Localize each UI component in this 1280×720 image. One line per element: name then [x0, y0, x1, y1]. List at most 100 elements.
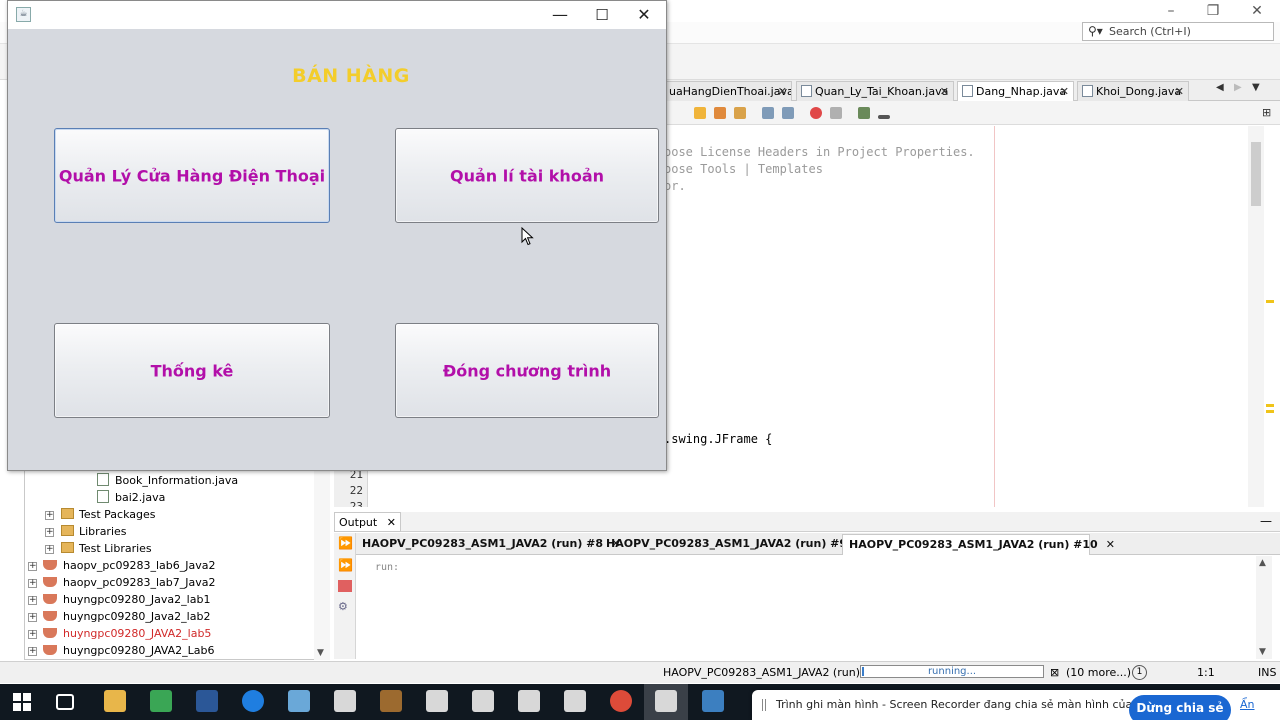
tree-item[interactable]: huyngpc09280_Java2_lab1 [43, 591, 210, 608]
tree-item[interactable]: huyngpc09280_JAVA2_Lab6 [43, 642, 215, 659]
stop-sharing-button[interactable]: Dừng chia sẻ [1129, 695, 1231, 720]
tree-scrollbar[interactable]: ▼ [314, 470, 330, 660]
chrome-icon[interactable] [610, 690, 632, 712]
output-tab-label: HAOPV_PC09283_ASM1_JAVA2 (run) #9 [606, 537, 848, 550]
expand-icon[interactable]: + [28, 630, 37, 639]
tree-item[interactable]: Test Packages [61, 506, 155, 523]
close-program-button[interactable]: Đóng chương trình [395, 323, 659, 418]
output-scrollbar[interactable]: ▲ ▼ [1256, 556, 1272, 659]
status-more-link[interactable]: (10 more...) [1066, 662, 1131, 683]
stop-macro-icon[interactable] [830, 107, 842, 119]
app-box-icon[interactable] [288, 690, 310, 712]
editor-tab[interactable]: Quan_Ly_Tai_Khoan.java ✕ [796, 81, 954, 101]
app-titlebar[interactable]: ☕ — ☐ ✕ [8, 1, 666, 29]
ide-minimize-button[interactable]: – [1156, 2, 1186, 20]
expand-icon[interactable]: + [28, 562, 37, 571]
app-h-icon[interactable] [150, 690, 172, 712]
warning-marker[interactable] [1266, 300, 1274, 303]
output-console[interactable] [357, 556, 1255, 659]
warning-marker[interactable] [1266, 404, 1274, 407]
vpn-icon[interactable] [702, 690, 724, 712]
find-selection-icon[interactable] [734, 107, 746, 119]
ide-close-button[interactable]: ✕ [1242, 2, 1272, 20]
expand-icon[interactable]: + [28, 579, 37, 588]
expand-icon[interactable]: + [45, 545, 54, 554]
code-line: oose Tools | Templates [664, 162, 823, 176]
tree-item-label: bai2.java [115, 491, 166, 504]
tasks-icon[interactable]: ⊠ [1050, 662, 1059, 683]
tree-item[interactable]: bai2.java [97, 489, 165, 506]
close-icon[interactable]: ✕ [387, 516, 396, 529]
expand-icon[interactable]: + [28, 613, 37, 622]
task-view-icon[interactable] [56, 694, 74, 710]
output-title-tab[interactable]: Output ✕ [334, 512, 401, 532]
shift-right-icon[interactable] [782, 107, 794, 119]
editor-tab[interactable]: Khoi_Dong.java ✕ [1077, 81, 1189, 101]
find-previous-icon[interactable] [694, 107, 706, 119]
tree-item[interactable]: haopv_pc09283_lab6_Java2 [43, 557, 215, 574]
hide-link[interactable]: Ẩn [1240, 690, 1255, 720]
java-icon[interactable] [564, 690, 586, 712]
chevron-down-icon[interactable]: ▼ [1252, 82, 1260, 93]
editor-tab-active[interactable]: Dang_Nhap.java ✕ [957, 81, 1074, 101]
record-macro-icon[interactable] [810, 107, 822, 119]
ide-restore-button[interactable]: ❐ [1198, 2, 1228, 20]
scrollbar-thumb[interactable] [1251, 142, 1261, 206]
minimize-icon[interactable]: — [1260, 514, 1272, 528]
minimize-button[interactable]: — [538, 1, 582, 29]
close-icon[interactable]: ✕ [940, 82, 949, 101]
close-button[interactable]: ✕ [622, 1, 666, 29]
manage-accounts-button[interactable]: Quản lí tài khoản [395, 128, 659, 223]
find-next-icon[interactable] [714, 107, 726, 119]
close-icon[interactable]: ✕ [1106, 538, 1115, 551]
notifications-badge[interactable]: 1 [1132, 665, 1147, 680]
chevron-left-icon[interactable]: ◀ [1216, 82, 1224, 93]
java-icon[interactable] [655, 690, 677, 712]
editor-scrollbar[interactable] [1248, 126, 1264, 507]
settings-icon[interactable]: ⚙ [338, 600, 352, 613]
chevron-down-icon[interactable]: ▼ [1259, 647, 1266, 657]
chevron-right-icon[interactable]: ▶ [1234, 82, 1242, 93]
manage-store-button[interactable]: Quản Lý Cửa Hàng Điện Thoại [54, 128, 330, 223]
java-icon[interactable] [518, 690, 540, 712]
ide-search-input[interactable]: ⚲▾ Search (Ctrl+I) [1082, 22, 1274, 41]
expand-icon[interactable]: + [45, 528, 54, 537]
java-icon[interactable] [472, 690, 494, 712]
tree-item[interactable]: Book_Information.java [97, 472, 238, 489]
split-editor-icon[interactable]: ⊞ [1262, 106, 1271, 119]
warning-marker[interactable] [1266, 410, 1274, 413]
tree-item[interactable]: Libraries [61, 523, 127, 540]
close-icon[interactable]: ✕ [1175, 82, 1184, 101]
chevron-down-icon[interactable]: ▼ [317, 648, 324, 658]
uncomment-icon[interactable] [878, 115, 890, 119]
maximize-button[interactable]: ☐ [580, 1, 624, 29]
shift-left-icon[interactable] [762, 107, 774, 119]
comment-icon[interactable] [858, 107, 870, 119]
zalo-icon[interactable] [242, 690, 264, 712]
tree-item[interactable]: Test Libraries [61, 540, 152, 557]
java-icon[interactable] [426, 690, 448, 712]
progress-label: running... [927, 666, 977, 677]
tools-icon[interactable] [380, 690, 402, 712]
tree-item[interactable]: haopv_pc09283_lab7_Java2 [43, 574, 215, 591]
close-icon[interactable]: ✕ [1060, 82, 1069, 101]
java-icon[interactable] [334, 690, 356, 712]
tree-item[interactable]: huyngpc09280_Java2_lab2 [43, 608, 210, 625]
drag-handle-icon[interactable] [762, 699, 766, 711]
stop-icon[interactable] [338, 580, 352, 592]
expand-icon[interactable]: + [28, 647, 37, 656]
file-explorer-icon[interactable] [104, 690, 126, 712]
chevron-up-icon[interactable]: ▲ [1259, 558, 1266, 568]
tree-item-error[interactable]: huyngpc09280_JAVA2_lab5 [43, 625, 211, 642]
close-icon[interactable]: ✕ [778, 82, 787, 101]
output-tab[interactable]: HAOPV_PC09283_ASM1_JAVA2 (run) #9✕ [600, 534, 864, 555]
word-icon[interactable] [196, 690, 218, 712]
output-tab-active[interactable]: HAOPV_PC09283_ASM1_JAVA2 (run) #10 ✕ [842, 534, 1115, 555]
expand-icon[interactable]: + [45, 511, 54, 520]
rerun-with-params-icon[interactable]: ⏩ [338, 558, 353, 572]
windows-start-icon[interactable] [13, 693, 31, 711]
output-tab[interactable]: HAOPV_PC09283_ASM1_JAVA2 (run) #8 ✕ [356, 534, 620, 555]
rerun-icon[interactable]: ⏩ [338, 536, 353, 550]
expand-icon[interactable]: + [28, 596, 37, 605]
statistics-button[interactable]: Thống kê [54, 323, 330, 418]
